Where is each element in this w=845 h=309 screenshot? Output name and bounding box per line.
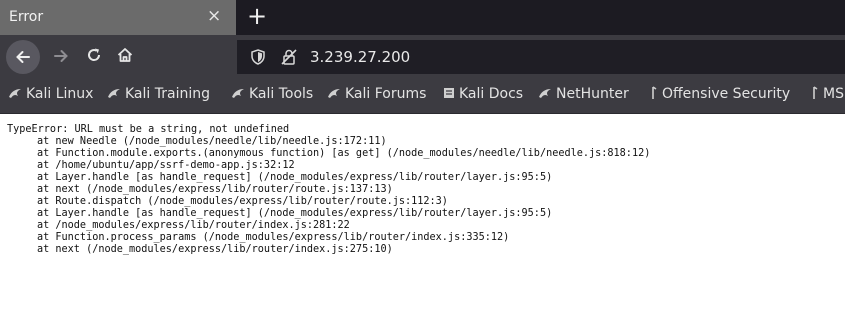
url-text[interactable]: 3.239.27.200 bbox=[310, 48, 410, 66]
kali-docs-icon bbox=[444, 88, 454, 98]
offsec-icon bbox=[813, 86, 818, 99]
bookmark-label: Kali Docs bbox=[459, 86, 524, 102]
page-content: TypeError: URL must be a string, not und… bbox=[0, 114, 845, 309]
tab-close-icon[interactable]: × bbox=[207, 6, 221, 26]
insecure-lock-icon[interactable] bbox=[281, 48, 297, 66]
error-message: TypeError: URL must be a string, not und… bbox=[7, 124, 290, 135]
bookmark-kali-forums[interactable]: Kali Forums bbox=[327, 86, 426, 102]
bookmark-label: NetHunter bbox=[556, 86, 629, 102]
back-button[interactable] bbox=[6, 40, 40, 74]
stack-frame: at Layer.handle [as handle_request] (/no… bbox=[37, 208, 553, 219]
stack-frame: at next (/node_modules/express/lib/route… bbox=[37, 244, 393, 255]
new-tab-button[interactable]: + bbox=[247, 2, 267, 30]
bookmark-label: Kali Linux bbox=[26, 86, 94, 102]
stack-frame: at Function.module.exports.(anonymous fu… bbox=[37, 148, 651, 159]
shield-icon[interactable] bbox=[251, 49, 265, 65]
forward-button[interactable] bbox=[52, 47, 70, 69]
home-icon bbox=[117, 48, 133, 62]
bookmark-kali-tools[interactable]: Kali Tools bbox=[231, 86, 313, 102]
bookmark-label: Offensive Security bbox=[662, 86, 791, 102]
stack-frame: at /node_modules/express/lib/router/inde… bbox=[37, 220, 350, 231]
reload-icon bbox=[88, 48, 101, 61]
bookmark-label: Kali Training bbox=[125, 86, 210, 102]
stack-frame: at Route.dispatch (/node_modules/express… bbox=[37, 196, 448, 207]
kali-dragon-icon bbox=[539, 89, 551, 98]
stack-frame: at next (/node_modules/express/lib/route… bbox=[37, 184, 393, 195]
home-button[interactable] bbox=[116, 46, 134, 68]
tab-title: Error bbox=[9, 9, 44, 25]
bookmarks-toolbar: Kali Linux Kali Training Kali Tools Kali… bbox=[0, 79, 845, 114]
bookmark-kali-training[interactable]: Kali Training bbox=[107, 86, 210, 102]
stack-frame: at /home/ubuntu/app/ssrf-demo-app.js:32:… bbox=[37, 160, 295, 171]
nav-bar: 3.239.27.200 bbox=[0, 35, 845, 79]
bookmark-ms[interactable]: MS bbox=[811, 86, 844, 102]
offsec-icon bbox=[652, 86, 657, 99]
forward-arrow-icon bbox=[54, 50, 68, 62]
bookmark-offensive-security[interactable]: Offensive Security bbox=[650, 86, 790, 102]
bookmark-kali-docs[interactable]: Kali Docs bbox=[443, 86, 523, 102]
bookmark-kali-linux[interactable]: Kali Linux bbox=[8, 86, 93, 102]
stack-frame: at Function.process_params (/node_module… bbox=[37, 232, 510, 243]
tab-bar: Error × + bbox=[0, 0, 845, 35]
bookmark-label: Kali Tools bbox=[249, 86, 314, 102]
back-arrow-icon bbox=[16, 51, 30, 63]
error-stack-trace: TypeError: URL must be a string, not und… bbox=[7, 124, 650, 256]
kali-dragon-icon bbox=[108, 89, 120, 98]
kali-dragon-icon bbox=[9, 89, 21, 98]
kali-dragon-icon bbox=[232, 89, 244, 98]
url-bar[interactable]: 3.239.27.200 bbox=[237, 40, 845, 74]
bookmark-label: Kali Forums bbox=[345, 86, 427, 102]
kali-dragon-icon bbox=[328, 89, 340, 98]
reload-button[interactable] bbox=[85, 46, 103, 68]
bookmark-label: MS bbox=[823, 86, 844, 102]
stack-frame: at new Needle (/node_modules/needle/lib/… bbox=[37, 136, 387, 147]
stack-frame: at Layer.handle [as handle_request] (/no… bbox=[37, 172, 553, 183]
tab-error[interactable]: Error × bbox=[0, 0, 236, 35]
bookmark-nethunter[interactable]: NetHunter bbox=[538, 86, 629, 102]
